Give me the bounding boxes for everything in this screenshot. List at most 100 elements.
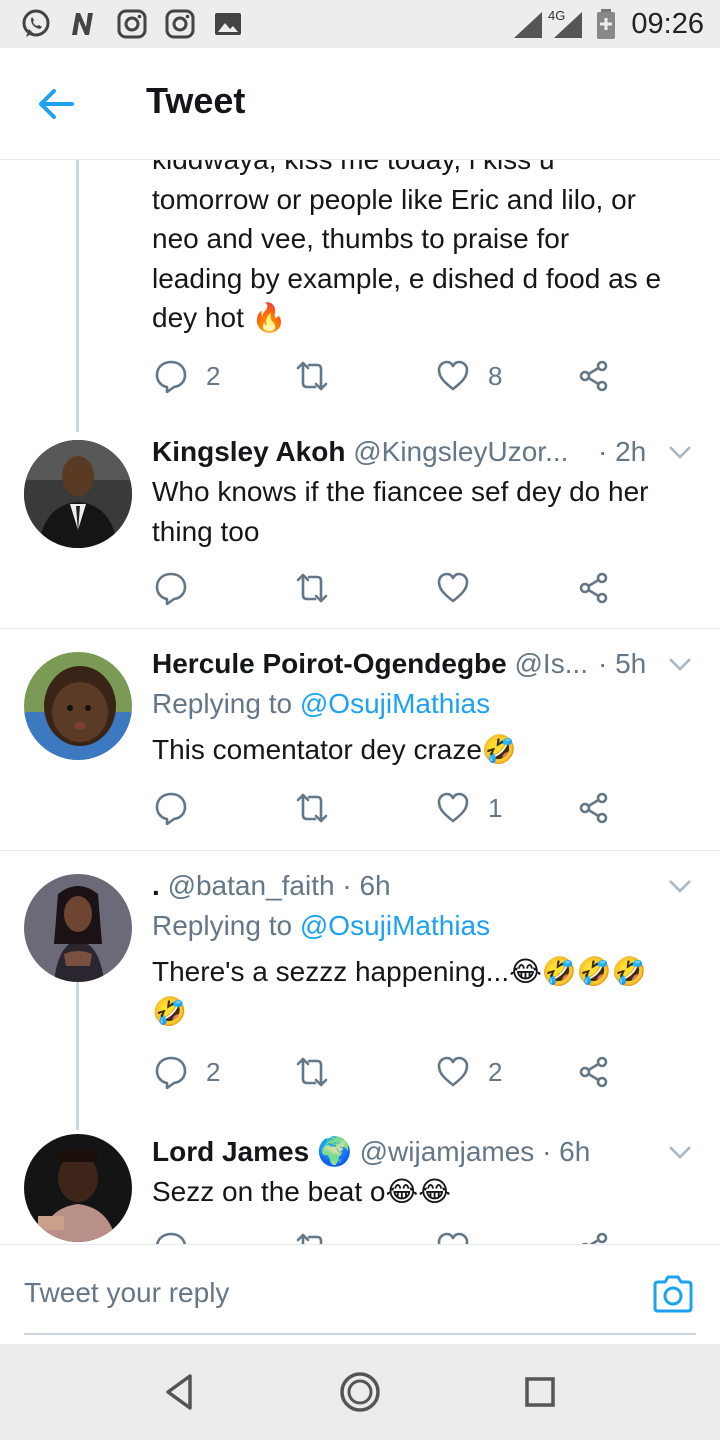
tweet-header: . @batan_faith · 6h (152, 868, 391, 904)
reply-button[interactable] (154, 568, 206, 608)
chevron-down-icon[interactable] (668, 1144, 692, 1160)
share-icon (581, 1232, 608, 1244)
avatar-image (24, 1134, 132, 1242)
avatar[interactable] (24, 652, 132, 760)
avatar-image (24, 874, 132, 982)
replying-to: Replying to @OsujiMathias (152, 910, 491, 941)
display-name[interactable]: Kingsley Akoh (152, 436, 345, 467)
heart-icon (437, 360, 469, 391)
signal-icon (514, 12, 542, 38)
reply-button[interactable]: 2 (154, 356, 220, 396)
tweet-text: kiddwaya, kiss me today, i kiss u tomorr… (152, 160, 662, 333)
tweet-text: Sezz on the beat o😂😂 (152, 1176, 451, 1207)
reply-icon (155, 792, 187, 825)
replying-to: Replying to @OsujiMathias (152, 688, 491, 719)
handle[interactable]: @KingsleyUzor... (353, 436, 568, 467)
share-icon (579, 572, 608, 604)
gallery-icon (215, 13, 241, 35)
back-triangle-icon[interactable] (158, 1370, 202, 1414)
tweet-text: This comentator dey craze🤣 (152, 734, 517, 765)
chevron-down-icon[interactable] (668, 878, 692, 894)
retweet-icon (296, 1233, 323, 1244)
system-nav-bar (0, 1344, 720, 1440)
tweet-header: Lord James 🌍 @wijamjames · 6h (152, 1134, 590, 1170)
tweet-actions (152, 568, 622, 608)
share-icon (579, 792, 608, 824)
chevron-down-icon[interactable] (668, 444, 692, 460)
clock: 09:26 (631, 8, 704, 40)
retweet-button[interactable] (295, 1052, 329, 1092)
retweet-button[interactable] (295, 1228, 329, 1244)
avatar-image (24, 652, 132, 760)
like-button[interactable]: 1 (436, 788, 502, 828)
handle[interactable]: @Is... (515, 648, 589, 679)
display-name[interactable]: . (152, 870, 160, 901)
share-button[interactable] (577, 788, 611, 828)
tweet-actions: 2 8 (152, 356, 622, 396)
back-arrow-icon[interactable] (36, 84, 76, 124)
heart-icon (437, 1056, 469, 1087)
retweet-button[interactable] (295, 568, 329, 608)
like-button[interactable]: 2 (436, 1052, 502, 1092)
avatar[interactable] (24, 1134, 132, 1242)
tweet-feed[interactable]: kiddwaya, kiss me today, i kiss u tomorr… (0, 160, 720, 1244)
heart-icon (437, 1232, 469, 1244)
reply-icon (155, 572, 187, 605)
like-button[interactable] (436, 568, 488, 608)
retweet-button[interactable] (295, 788, 329, 828)
tweet-text: Who knows if the fiancee sef dey do her … (152, 476, 649, 547)
share-button[interactable] (577, 356, 611, 396)
retweet-icon (296, 361, 328, 391)
timestamp: · 5h (598, 648, 647, 679)
input-underline (24, 1333, 696, 1335)
instagram-icon (117, 9, 147, 39)
tweet-actions: 1 (152, 788, 622, 828)
avatar[interactable] (24, 440, 132, 548)
like-button[interactable] (436, 1228, 470, 1244)
signal-icon (554, 12, 582, 38)
whatsapp-icon (22, 9, 50, 37)
tweet[interactable]: Lord James 🌍 @wijamjames · 6h Sezz on th… (0, 1132, 720, 1244)
share-icon (579, 1056, 608, 1088)
retweet-icon (296, 793, 328, 823)
reply-button[interactable] (154, 788, 206, 828)
reply-composer: Tweet your reply (0, 1244, 720, 1344)
handle[interactable]: @batan_faith (168, 870, 335, 901)
reply-button[interactable] (154, 1228, 188, 1244)
avatar[interactable] (24, 874, 132, 982)
n-app-icon (72, 13, 93, 35)
heart-icon (437, 792, 469, 823)
tweet[interactable]: Hercule Poirot-Ogendegbe @Is... · 5h Rep… (0, 644, 720, 850)
tweet-actions: 2 2 (152, 1052, 622, 1092)
page-title: Tweet (146, 80, 246, 121)
tweet[interactable]: Kingsley Akoh @KingsleyUzor... · 2h Who … (0, 432, 720, 628)
tweet-text: There's a sezzz happening...😂🤣🤣🤣 🤣 (152, 956, 647, 1027)
mention-link[interactable]: @OsujiMathias (300, 688, 490, 719)
recents-square-icon[interactable] (518, 1370, 562, 1414)
tweet-header: Hercule Poirot-Ogendegbe @Is... (152, 646, 588, 682)
share-button[interactable] (577, 1052, 611, 1092)
tweet[interactable]: kiddwaya, kiss me today, i kiss u tomorr… (0, 160, 720, 428)
tweet[interactable]: . @batan_faith · 6h Replying to @OsujiMa… (0, 866, 720, 1128)
like-button[interactable]: 8 (436, 356, 502, 396)
status-bar: 4G 09:26 (0, 0, 720, 48)
reply-icon (155, 1056, 187, 1089)
mention-link[interactable]: @OsujiMathias (300, 910, 490, 941)
home-circle-icon[interactable] (338, 1370, 382, 1414)
chevron-down-icon[interactable] (668, 656, 692, 672)
heart-icon (437, 572, 469, 603)
timestamp: · 6h (542, 1136, 591, 1167)
share-button[interactable] (577, 568, 611, 608)
display-name[interactable]: Lord James (152, 1136, 309, 1167)
divider (0, 850, 720, 851)
tweet-actions (152, 1228, 622, 1244)
reply-input[interactable]: Tweet your reply (24, 1277, 229, 1309)
handle[interactable]: @wijamjames (360, 1136, 535, 1167)
retweet-button[interactable] (295, 356, 329, 396)
reply-button[interactable]: 2 (154, 1052, 220, 1092)
share-icon (579, 360, 608, 392)
share-button[interactable] (577, 1228, 611, 1244)
display-name[interactable]: Hercule Poirot-Ogendegbe (152, 648, 507, 679)
camera-icon[interactable] (652, 1275, 694, 1313)
reply-icon (156, 1232, 186, 1244)
